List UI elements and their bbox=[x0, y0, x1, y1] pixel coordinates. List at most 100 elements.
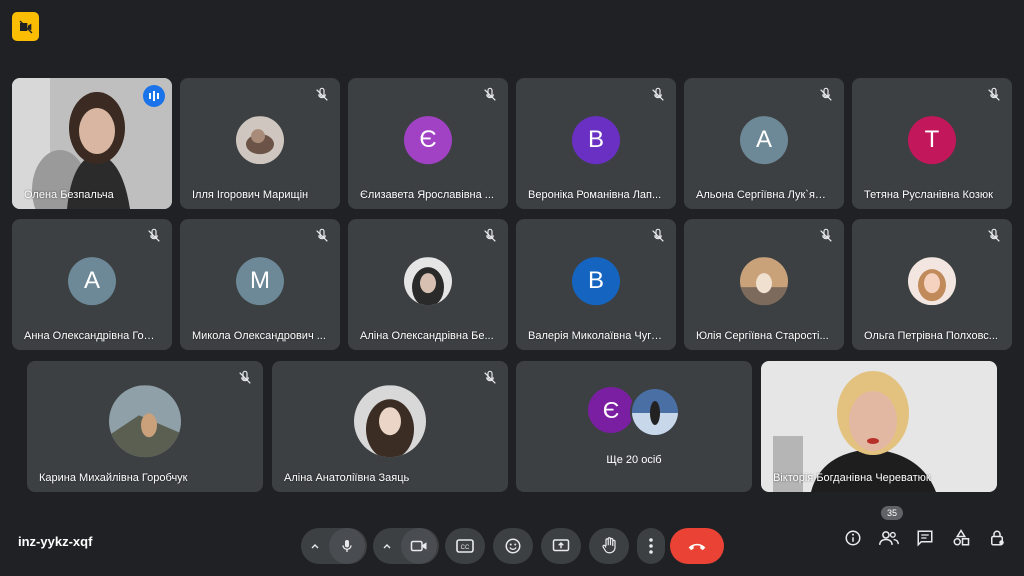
participant-name: Вероніка Романівна Лап... bbox=[528, 189, 662, 201]
participant-tile[interactable]: М Микола Олександрович ... bbox=[180, 219, 340, 350]
participant-name: Анна Олександрівна Гол... bbox=[24, 330, 158, 342]
avatar bbox=[354, 384, 426, 457]
more-avatars: Є bbox=[588, 387, 680, 437]
captions-button[interactable]: CC bbox=[445, 528, 485, 564]
participant-name: Єлизавета Ярославівна ... bbox=[360, 189, 494, 201]
chat-button[interactable] bbox=[915, 528, 935, 548]
present-screen-button[interactable] bbox=[541, 528, 581, 564]
participant-name: Аліна Олександрівна Бе... bbox=[360, 330, 494, 342]
participant-tile[interactable]: Ілля Ігорович Марищін bbox=[180, 78, 340, 209]
participant-name: Карина Михайлівна Горобчук bbox=[39, 472, 188, 484]
speaking-indicator-icon bbox=[143, 85, 165, 107]
avatar-initial: Є bbox=[602, 396, 620, 423]
avatar bbox=[630, 387, 680, 437]
captions-icon: CC bbox=[456, 539, 474, 553]
chevron-up-icon bbox=[383, 544, 391, 549]
people-button[interactable]: 35 bbox=[879, 506, 904, 548]
participant-name: Вікторія Богданівна Череватюк bbox=[773, 472, 931, 484]
participant-tile[interactable]: В Вероніка Романівна Лап... bbox=[516, 78, 676, 209]
avatar: В bbox=[572, 256, 620, 305]
participant-name: Ольга Петрівна Полховс... bbox=[864, 330, 998, 342]
host-controls-button[interactable] bbox=[987, 528, 1007, 548]
activities-icon bbox=[953, 529, 970, 546]
participant-tile[interactable]: Є Єлизавета Ярославівна ... bbox=[348, 78, 508, 209]
avatar: А bbox=[740, 115, 788, 164]
camera-options-button[interactable] bbox=[373, 528, 401, 564]
avatar: Т bbox=[908, 115, 956, 164]
participant-tile[interactable]: Аліна Анатоліївна Заяць bbox=[272, 361, 508, 492]
participant-tile[interactable]: Аліна Олександрівна Бе... bbox=[348, 219, 508, 350]
avatar bbox=[740, 256, 788, 305]
end-call-icon bbox=[688, 543, 706, 551]
participant-tile-olena[interactable]: Олена Безпальча bbox=[12, 78, 172, 209]
mic-options-button[interactable] bbox=[301, 528, 329, 564]
mic-off-icon bbox=[652, 87, 664, 101]
reactions-button[interactable] bbox=[493, 528, 533, 564]
participant-tile[interactable]: Т Тетяна Русланівна Козюк bbox=[852, 78, 1012, 209]
mic-off-icon bbox=[239, 370, 251, 384]
more-participants-label: Ще 20 осіб bbox=[606, 454, 662, 466]
present-icon bbox=[552, 539, 570, 552]
avatar: Є bbox=[404, 115, 452, 164]
more-options-button[interactable] bbox=[637, 528, 665, 564]
participant-name: Олена Безпальча bbox=[24, 189, 114, 201]
participant-name: Тетяна Русланівна Козюк bbox=[864, 189, 993, 201]
participant-tile[interactable]: В Валерія Миколаївна Чугай bbox=[516, 219, 676, 350]
people-icon bbox=[879, 531, 899, 545]
mic-off-icon bbox=[484, 370, 496, 384]
raise-hand-button[interactable] bbox=[589, 528, 629, 564]
participant-name: Юлія Сергіївна Старості... bbox=[696, 330, 829, 342]
emoji-icon bbox=[505, 538, 521, 554]
avatar-initial: А bbox=[755, 125, 772, 153]
avatar bbox=[908, 256, 956, 305]
avatar-initial: В bbox=[587, 125, 604, 153]
end-call-button[interactable] bbox=[670, 528, 724, 564]
mic-off-icon bbox=[652, 228, 664, 242]
mic-control-group bbox=[301, 528, 367, 564]
mic-off-icon bbox=[148, 228, 160, 242]
participant-name: Аліна Анатоліївна Заяць bbox=[284, 472, 410, 484]
participant-tile[interactable]: А Альона Сергіївна Лук`ян... bbox=[684, 78, 844, 209]
raise-hand-icon bbox=[602, 537, 616, 554]
camera-control-group bbox=[373, 528, 439, 564]
host-controls-icon bbox=[991, 530, 1004, 546]
avatar: А bbox=[68, 256, 116, 305]
participant-name: Ілля Ігорович Марищін bbox=[192, 189, 309, 201]
participant-tile[interactable]: Карина Михайлівна Горобчук bbox=[27, 361, 263, 492]
avatar: М bbox=[236, 256, 284, 305]
mic-off-icon bbox=[988, 87, 1000, 101]
camera-icon bbox=[410, 540, 427, 552]
avatar-initial: М bbox=[250, 266, 270, 294]
mic-button[interactable] bbox=[329, 528, 365, 564]
camera-button[interactable] bbox=[401, 528, 437, 564]
avatar: В bbox=[572, 115, 620, 164]
mic-off-icon bbox=[820, 228, 832, 242]
more-participants-tile[interactable]: Є Ще 20 осіб bbox=[516, 361, 752, 492]
chat-icon bbox=[917, 530, 933, 547]
participant-name: Микола Олександрович ... bbox=[192, 330, 326, 342]
avatar bbox=[109, 384, 181, 457]
meeting-details-button[interactable] bbox=[843, 528, 863, 548]
participant-tile[interactable]: А Анна Олександрівна Гол... bbox=[12, 219, 172, 350]
svg-text:CC: CC bbox=[461, 545, 470, 551]
control-bar: inz-yykz-xqf CC 35 bbox=[0, 506, 1024, 576]
participant-name: Альона Сергіївна Лук`ян... bbox=[696, 189, 830, 201]
mic-icon bbox=[342, 540, 352, 552]
avatar bbox=[404, 256, 452, 305]
chevron-up-icon bbox=[311, 544, 319, 549]
mic-off-icon bbox=[988, 228, 1000, 242]
participant-tile[interactable]: Вікторія Богданівна Череватюк bbox=[761, 361, 997, 492]
mic-off-icon bbox=[484, 87, 496, 101]
info-icon bbox=[845, 530, 861, 546]
avatar: Є bbox=[588, 387, 634, 433]
participant-tile[interactable]: Юлія Сергіївна Старості... bbox=[684, 219, 844, 350]
participant-name: Валерія Миколаївна Чугай bbox=[528, 330, 662, 342]
activities-button[interactable] bbox=[951, 528, 971, 548]
mic-off-icon bbox=[484, 228, 496, 242]
mic-off-icon bbox=[820, 87, 832, 101]
camera-off-indicator-icon[interactable] bbox=[12, 12, 39, 41]
avatar-initial: Т bbox=[924, 125, 940, 153]
participant-tile[interactable]: Ольга Петрівна Полховс... bbox=[852, 219, 1012, 350]
participant-count-badge: 35 bbox=[881, 506, 904, 520]
avatar-initial: А bbox=[83, 266, 100, 294]
